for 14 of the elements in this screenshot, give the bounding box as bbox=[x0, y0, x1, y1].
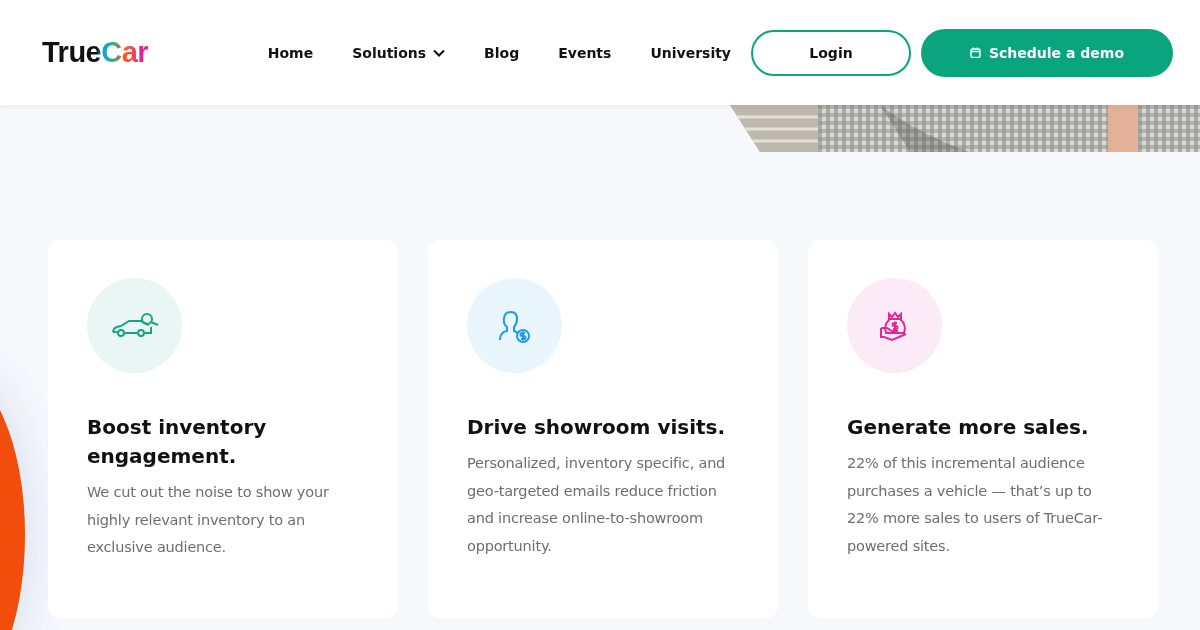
nav-link[interactable]: University bbox=[650, 44, 731, 61]
card-text: We cut out the noise to show your highly relevant inventory to an exclusive audience. bbox=[87, 483, 330, 557]
card-title: Generate more sales. bbox=[847, 414, 1090, 441]
card-text: Personalized, inventory specific, and geo-targeted emails reduce friction and increase online-to-showroom opportunity. bbox=[467, 454, 727, 556]
nav-menu-link[interactable]: Solutions bbox=[352, 44, 446, 61]
calendar-icon bbox=[969, 47, 981, 58]
card-title: Boost inventory engagement. bbox=[87, 414, 268, 470]
nav-link[interactable]: Blog bbox=[484, 44, 520, 61]
nav-link[interactable]: Home bbox=[267, 44, 314, 61]
nav-link[interactable]: Events bbox=[558, 44, 612, 61]
caret-icon bbox=[433, 48, 446, 57]
login-button[interactable]: Login bbox=[751, 29, 911, 76]
card-title: Drive showroom visits. bbox=[467, 414, 727, 441]
card-text: 22% of this incremental audience purchases a vehicle — that’s up to 22% more sales to users of TrueCar-powered sites. bbox=[847, 454, 1104, 556]
